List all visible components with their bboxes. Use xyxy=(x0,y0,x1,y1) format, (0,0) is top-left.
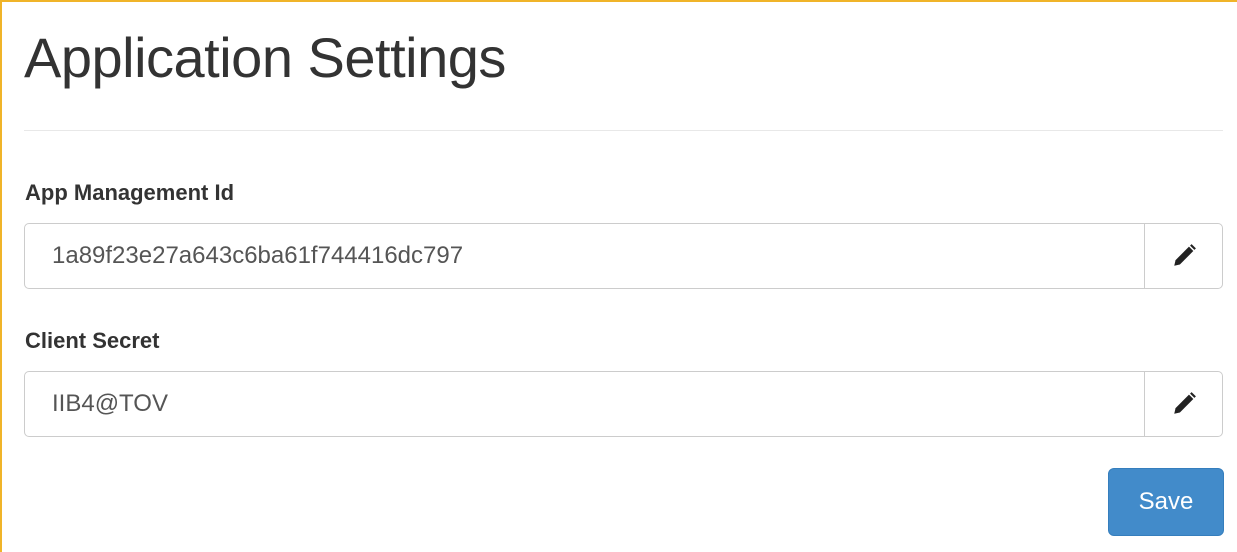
app-management-id-label: App Management Id xyxy=(25,180,235,205)
app-management-id-group xyxy=(24,223,1223,289)
page-title: Application Settings xyxy=(24,26,506,89)
client-secret-label: Client Secret xyxy=(25,328,160,353)
pencil-icon xyxy=(1173,244,1196,266)
pencil-icon xyxy=(1173,392,1196,414)
save-button[interactable]: Save xyxy=(1108,468,1224,536)
edit-app-management-id-button[interactable] xyxy=(1144,224,1222,288)
app-management-id-input[interactable] xyxy=(25,224,1144,288)
client-secret-group xyxy=(24,371,1223,437)
edit-client-secret-button[interactable] xyxy=(1144,372,1222,436)
title-divider xyxy=(24,130,1223,131)
settings-panel: Application Settings App Management Id C… xyxy=(0,0,1237,552)
client-secret-input[interactable] xyxy=(25,372,1144,436)
